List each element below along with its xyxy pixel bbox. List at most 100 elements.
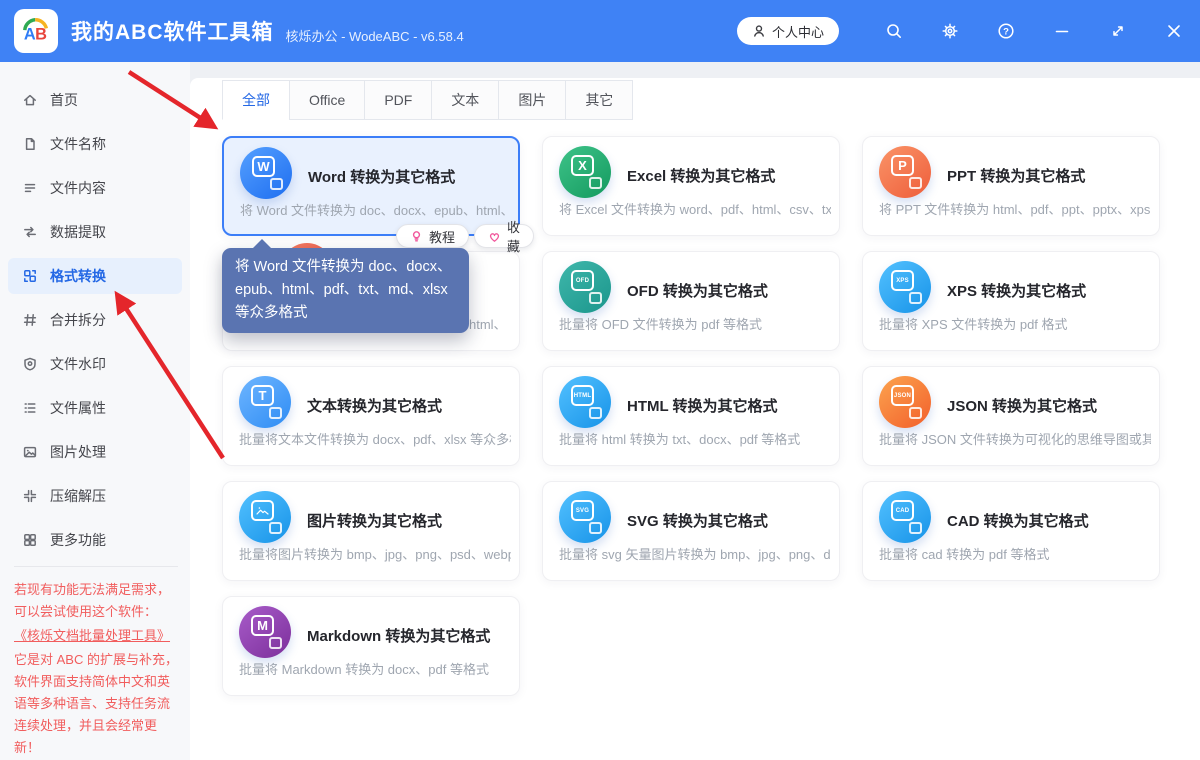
card-title: 图片转换为其它格式	[307, 510, 442, 531]
picture-icon	[22, 444, 38, 460]
icon-letter: OFD	[571, 270, 594, 291]
card-title: HTML 转换为其它格式	[627, 395, 778, 416]
settings-gear-icon[interactable]	[941, 22, 959, 40]
svg-text:B: B	[35, 26, 47, 44]
grid-squares-icon	[22, 532, 38, 548]
sidebar-item-file-attributes[interactable]: 文件属性	[8, 390, 182, 426]
help-icon[interactable]: ?	[997, 22, 1015, 40]
icon-letter: HTML	[571, 385, 594, 406]
card-html-convert[interactable]: HTML HTML 转换为其它格式 批量将 html 转换为 txt、docx、…	[542, 366, 840, 466]
sidebar-item-label: 压缩解压	[50, 486, 106, 506]
card-desc: 将 Excel 文件转换为 word、pdf、html、csv、txt、svg …	[559, 199, 831, 218]
text-icon: T	[239, 376, 291, 428]
tutorial-button[interactable]: 教程	[396, 224, 469, 248]
sidebar-item-compress[interactable]: 压缩解压	[8, 478, 182, 514]
card-markdown-convert[interactable]: M Markdown 转换为其它格式 批量将 Markdown 转换为 docx…	[222, 596, 520, 696]
icon-convert-badge	[269, 407, 282, 419]
app-logo-icon: A B	[14, 9, 58, 53]
icon-convert-badge	[909, 292, 922, 304]
html-icon: HTML	[559, 376, 611, 428]
lightbulb-icon	[410, 230, 423, 243]
card-desc: 批量将 XPS 文件转换为 pdf 格式	[879, 314, 1151, 333]
sidebar-item-label: 文件属性	[50, 398, 106, 418]
sidebar-divider	[14, 566, 178, 567]
card-ppt-convert[interactable]: P PPT 转换为其它格式 将 PPT 文件转换为 html、pdf、ppt、p…	[862, 136, 1160, 236]
app-subtitle: 核烁办公 - WodeABC - v6.58.4	[286, 26, 464, 45]
card-svg-convert[interactable]: SVG SVG 转换为其它格式 批量将 svg 矢量图片转换为 bmp、jpg、…	[542, 481, 840, 581]
icon-convert-badge	[909, 177, 922, 189]
markdown-icon: M	[239, 606, 291, 658]
card-title: SVG 转换为其它格式	[627, 510, 768, 531]
sidebar-item-home[interactable]: 首页	[8, 82, 182, 118]
swap-arrows-icon	[22, 224, 38, 240]
icon-convert-badge	[589, 177, 602, 189]
sidebar-item-more[interactable]: 更多功能	[8, 522, 182, 558]
icon-convert-badge	[269, 522, 282, 534]
sidebar-item-format-convert[interactable]: 格式转换	[8, 258, 182, 294]
icon-convert-badge	[589, 407, 602, 419]
card-title: XPS 转换为其它格式	[947, 280, 1086, 301]
card-word-convert[interactable]: W Word 转换为其它格式 将 Word 文件转换为 doc、docx、epu…	[222, 136, 520, 236]
category-tabs: 全部 Office PDF 文本 图片 其它	[222, 80, 633, 120]
card-cad-convert[interactable]: CAD CAD 转换为其它格式 批量将 cad 转换为 pdf 等格式	[862, 481, 1160, 581]
sidebar-notice: 若现有功能无法满足需求，可以尝试使用这个软件： 《核烁文档批量处理工具》 它是对…	[0, 579, 190, 759]
card-excel-convert[interactable]: X Excel 转换为其它格式 将 Excel 文件转换为 word、pdf、h…	[542, 136, 840, 236]
sidebar-item-watermark[interactable]: 文件水印	[8, 346, 182, 382]
icon-letter: JSON	[891, 385, 914, 406]
card-text-convert[interactable]: T 文本转换为其它格式 批量将文本文件转换为 docx、pdf、xlsx 等众多…	[222, 366, 520, 466]
tab-all[interactable]: 全部	[222, 80, 290, 120]
card-desc: 批量将文本文件转换为 docx、pdf、xlsx 等众多格式	[239, 429, 511, 448]
card-xps-convert[interactable]: XPS XPS 转换为其它格式 批量将 XPS 文件转换为 pdf 格式	[862, 251, 1160, 351]
search-icon[interactable]	[885, 22, 903, 40]
sidebar-item-file-name[interactable]: 文件名称	[8, 126, 182, 162]
account-center-button[interactable]: 个人中心	[737, 17, 839, 45]
file-icon	[22, 136, 38, 152]
card-desc: 批量将 svg 矢量图片转换为 bmp、jpg、png、docx 等格式	[559, 544, 831, 563]
card-json-convert[interactable]: JSON JSON 转换为其它格式 批量将 JSON 文件转换为可视化的思维导图…	[862, 366, 1160, 466]
tab-office[interactable]: Office	[289, 80, 365, 120]
sidebar-item-label: 数据提取	[50, 222, 106, 242]
card-desc: 批量将 cad 转换为 pdf 等格式	[879, 544, 1151, 563]
sidebar-item-label: 图片处理	[50, 442, 106, 462]
icon-letter: X	[571, 155, 594, 176]
xps-icon: XPS	[879, 261, 931, 313]
sidebar-item-data-extract[interactable]: 数据提取	[8, 214, 182, 250]
sidebar-item-label: 合并拆分	[50, 310, 106, 330]
card-desc: 将 PPT 文件转换为 html、pdf、ppt、pptx、xps 等格式	[879, 199, 1151, 218]
card-desc: 批量将 Markdown 转换为 docx、pdf 等格式	[239, 659, 511, 678]
compress-icon	[22, 488, 38, 504]
list-lines-icon	[22, 180, 38, 196]
sidebar-item-image-process[interactable]: 图片处理	[8, 434, 182, 470]
card-ofd-convert[interactable]: OFD OFD 转换为其它格式 批量将 OFD 文件转换为 pdf 等格式	[542, 251, 840, 351]
tab-image[interactable]: 图片	[498, 80, 566, 120]
sidebar-item-label: 文件内容	[50, 178, 106, 198]
sidebar-item-merge-split[interactable]: 合并拆分	[8, 302, 182, 338]
icon-convert-badge	[909, 407, 922, 419]
word-card-tooltip: 将 Word 文件转换为 doc、docx、epub、html、pdf、txt、…	[222, 248, 469, 333]
sidebar: 首页 文件名称 文件内容 数据提取 格式转换 合并拆分 文件水印 文件属性	[0, 62, 190, 760]
json-icon: JSON	[879, 376, 931, 428]
tab-text[interactable]: 文本	[431, 80, 499, 120]
person-icon	[752, 24, 766, 38]
resize-icon[interactable]	[1109, 22, 1127, 40]
icon-letter: SVG	[571, 500, 594, 521]
favorite-button[interactable]: 收藏	[474, 224, 534, 248]
icon-convert-badge	[589, 292, 602, 304]
card-desc: 批量将 JSON 文件转换为可视化的思维导图或其它格式	[879, 429, 1151, 448]
tooltip-arrow	[252, 239, 272, 249]
notice-link[interactable]: 《核烁文档批量处理工具》	[14, 625, 170, 647]
minimize-icon[interactable]	[1053, 22, 1071, 40]
card-desc-fragment: html、	[469, 314, 507, 333]
card-desc: 批量将 html 转换为 txt、docx、pdf 等格式	[559, 429, 831, 448]
icon-letter: P	[891, 155, 914, 176]
sidebar-item-label: 文件名称	[50, 134, 106, 154]
sidebar-item-file-content[interactable]: 文件内容	[8, 170, 182, 206]
close-icon[interactable]	[1165, 22, 1183, 40]
titlebar: A B 我的ABC软件工具箱 核烁办公 - WodeABC - v6.58.4 …	[0, 0, 1200, 62]
tab-other[interactable]: 其它	[565, 80, 633, 120]
tab-pdf[interactable]: PDF	[364, 80, 432, 120]
ofd-icon: OFD	[559, 261, 611, 313]
card-desc: 批量将 OFD 文件转换为 pdf 等格式	[559, 314, 831, 333]
notice-intro: 若现有功能无法满足需求，可以尝试使用这个软件：	[14, 582, 170, 619]
card-image-convert[interactable]: 图片转换为其它格式 批量将图片转换为 bmp、jpg、png、psd、webp、…	[222, 481, 520, 581]
